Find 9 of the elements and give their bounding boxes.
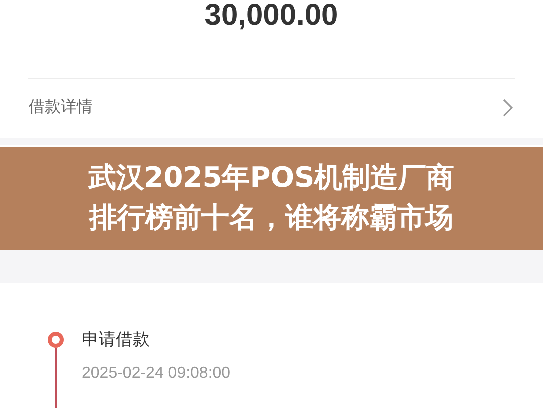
timeline-dot-icon [48,332,64,348]
chevron-right-icon [503,98,513,116]
step-time: 2025-02-24 09:08:00 [82,365,231,383]
timeline-line [55,348,57,408]
banner-title-line: 排行榜前十名，谁将称霸市场 [90,200,454,236]
loan-details-row[interactable]: 借款详情 [0,79,543,136]
loan-amount: 30,000.00 [204,1,338,31]
step-title: 申请借款 [82,329,151,351]
banner-title-line: 武汉2025年POS机制造厂商 [88,160,455,196]
